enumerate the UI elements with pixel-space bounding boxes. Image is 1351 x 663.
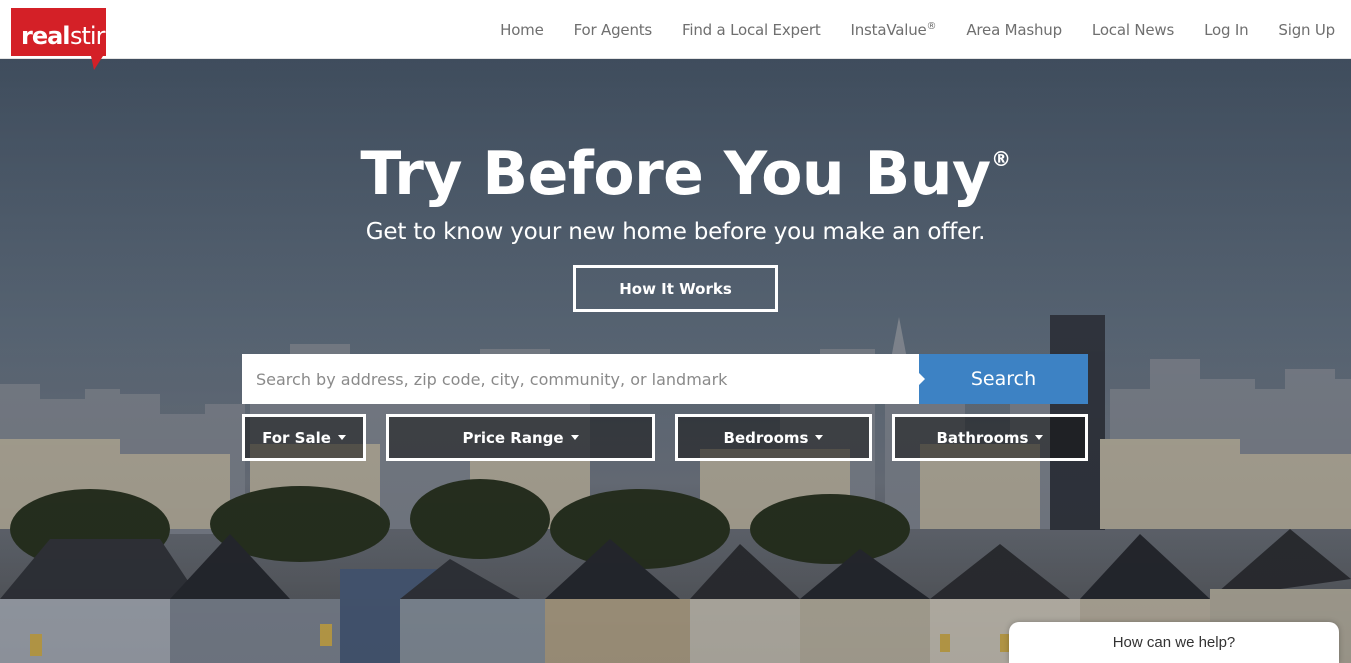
for-sale-label: For Sale <box>262 428 331 447</box>
nav-log-in[interactable]: Log In <box>1204 21 1248 39</box>
bedrooms-dropdown[interactable]: Bedrooms <box>675 414 872 461</box>
search-button[interactable]: Search <box>918 354 1088 404</box>
nav-local-news[interactable]: Local News <box>1092 21 1174 39</box>
svg-text:stir: stir <box>70 22 106 50</box>
hero-title-text: Try Before You Buy <box>360 139 991 209</box>
how-it-works-button[interactable]: How It Works <box>573 265 778 312</box>
chat-help-widget[interactable]: How can we help? <box>1009 622 1339 663</box>
nav-instavalue[interactable]: InstaValue® <box>851 21 937 39</box>
search-input[interactable] <box>242 354 919 404</box>
realstir-logo[interactable]: real stir <box>11 8 106 70</box>
caret-down-icon <box>815 435 824 440</box>
nav-sign-up[interactable]: Sign Up <box>1278 21 1335 39</box>
caret-down-icon <box>570 435 579 440</box>
svg-text:real: real <box>21 22 70 50</box>
how-it-works-label: How It Works <box>619 279 732 298</box>
for-sale-dropdown[interactable]: For Sale <box>242 414 366 461</box>
hero-title: Try Before You Buy ® <box>360 139 1011 209</box>
search-bar: Search <box>242 354 1088 404</box>
registered-mark: ® <box>991 147 1011 171</box>
nav-area-mashup[interactable]: Area Mashup <box>966 21 1062 39</box>
price-range-label: Price Range <box>462 428 564 447</box>
bedrooms-label: Bedrooms <box>723 428 809 447</box>
registered-mark: ® <box>926 20 937 32</box>
hero-subtitle: Get to know your new home before you mak… <box>365 219 986 245</box>
bathrooms-label: Bathrooms <box>936 428 1029 447</box>
caret-down-icon <box>337 435 346 440</box>
nav-home[interactable]: Home <box>500 21 544 39</box>
hero-section: Try Before You Buy ® Get to know your new… <box>0 59 1351 663</box>
nav-find-local-expert[interactable]: Find a Local Expert <box>682 21 821 39</box>
site-header: real stir Home For Agents Find a Local E… <box>0 0 1351 70</box>
price-range-dropdown[interactable]: Price Range <box>386 414 655 461</box>
search-button-label: Search <box>970 368 1037 390</box>
nav-for-agents[interactable]: For Agents <box>574 21 653 39</box>
caret-down-icon <box>1035 435 1044 440</box>
hero-title-wrap: Try Before You Buy ® <box>0 139 1351 209</box>
chat-help-label: How can we help? <box>1112 634 1236 651</box>
main-nav: Home For Agents Find a Local Expert Inst… <box>470 0 1335 59</box>
bathrooms-dropdown[interactable]: Bathrooms <box>892 414 1088 461</box>
